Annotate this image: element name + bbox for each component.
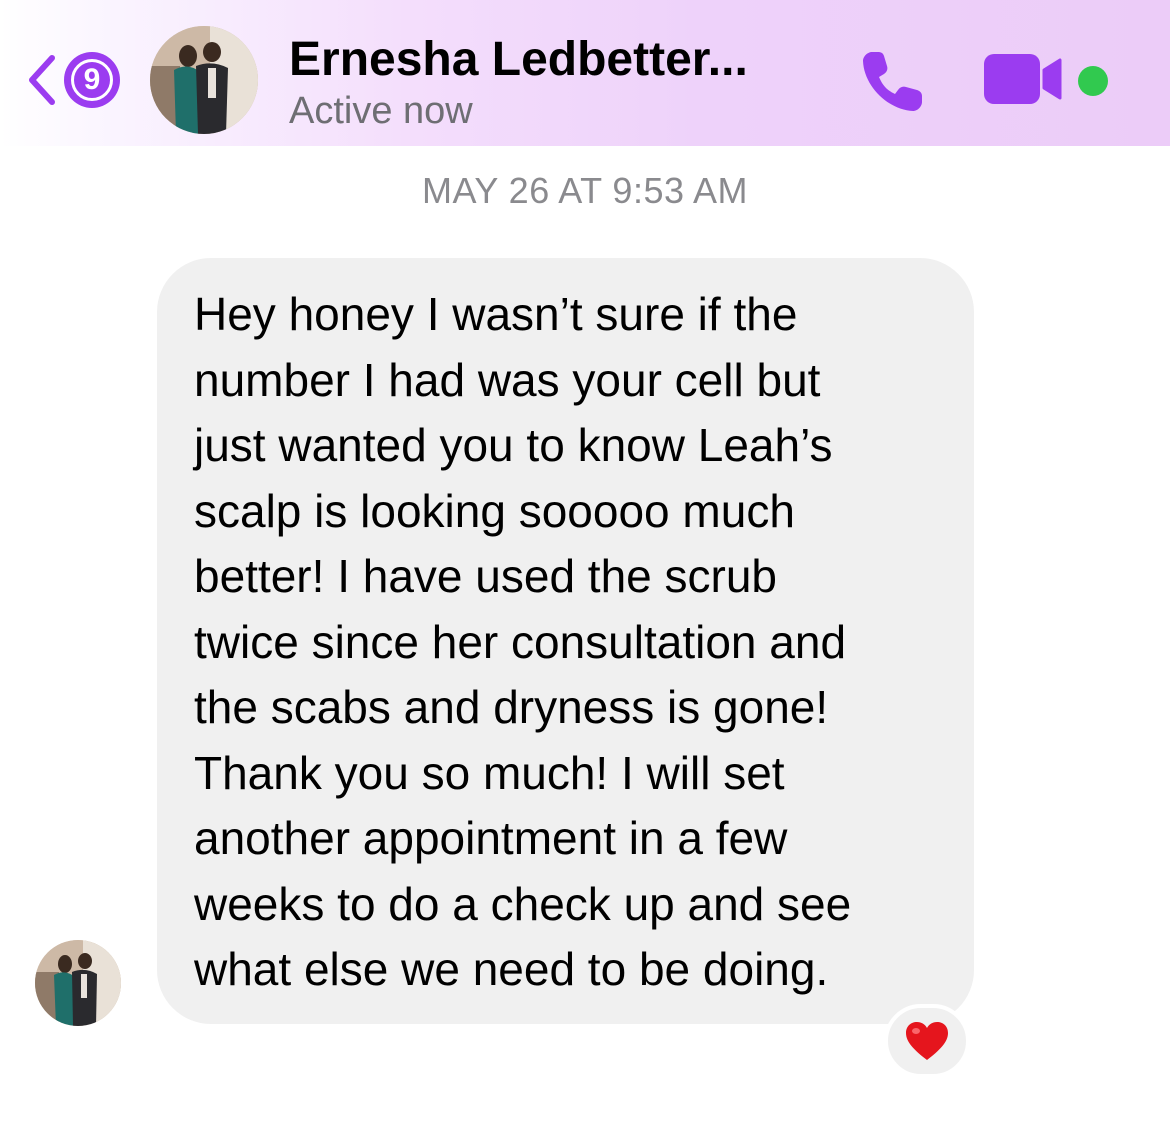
unread-count-badge: 9 (64, 52, 120, 108)
chat-header: 9 Ernesha Ledbetter... Active now (0, 0, 1170, 146)
message-reaction[interactable] (884, 1004, 970, 1078)
contact-avatar[interactable] (150, 26, 258, 134)
message-text: Hey honey I wasn’t sure if the number I … (194, 288, 852, 995)
chevron-left-icon (29, 55, 55, 105)
avatar-photo (150, 26, 258, 134)
audio-call-button[interactable] (858, 46, 928, 116)
phone-icon (863, 52, 922, 111)
video-camera-icon (984, 54, 1062, 104)
message-bubble[interactable]: Hey honey I wasn’t sure if the number I … (157, 258, 974, 1024)
contact-name[interactable]: Ernesha Ledbetter... (289, 32, 748, 87)
video-call-button[interactable] (982, 52, 1066, 108)
unread-count: 9 (83, 63, 101, 96)
sender-avatar[interactable] (35, 940, 121, 1026)
message-timestamp: MAY 26 AT 9:53 AM (421, 170, 748, 211)
active-status: Active now (289, 90, 473, 132)
messenger-chat-screen: 9 Ernesha Ledbetter... Active now MAY 26… (0, 0, 1170, 1146)
back-button[interactable]: 9 (24, 50, 124, 110)
sender-avatar-photo (35, 940, 121, 1026)
red-heart-icon (906, 1022, 948, 1060)
online-indicator (1078, 66, 1108, 96)
